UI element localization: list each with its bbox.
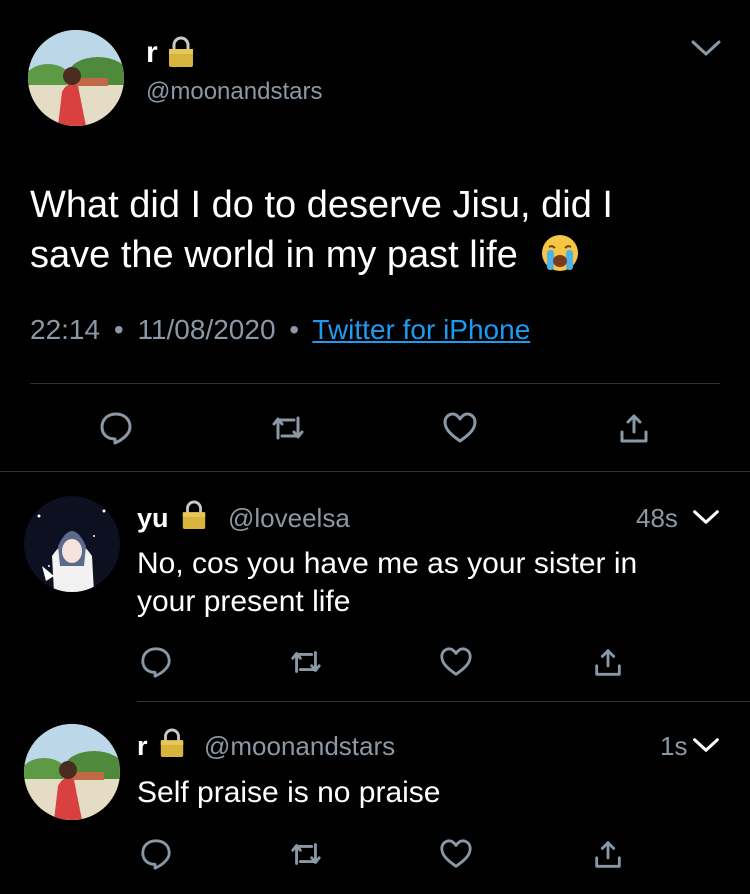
- reply-icon: [141, 647, 171, 678]
- share-button[interactable]: [614, 408, 654, 448]
- tweet-text-line: your present life: [137, 585, 351, 618]
- avatar[interactable]: [24, 496, 120, 592]
- display-name[interactable]: r: [146, 36, 158, 70]
- tweet-date: 11/08/2020: [137, 314, 276, 345]
- heart-icon: [440, 839, 472, 868]
- chevron-down-icon[interactable]: [690, 38, 722, 63]
- share-icon: [595, 841, 621, 868]
- heart-icon: [443, 412, 477, 443]
- share-button[interactable]: [588, 642, 628, 682]
- retweet-button[interactable]: [286, 642, 326, 682]
- crying-face-emoji: [540, 233, 580, 286]
- tweet-meta: 22:14 • 11/08/2020 • Twitter for iPhone: [30, 314, 530, 346]
- divider: [30, 383, 720, 384]
- share-icon: [620, 414, 648, 443]
- reply-button[interactable]: [136, 642, 176, 682]
- retweet-icon: [291, 843, 321, 865]
- like-button[interactable]: [436, 834, 476, 874]
- separator-dot: •: [113, 314, 124, 345]
- heart-icon: [440, 647, 472, 676]
- tweet-text-line: save the world in my past life: [30, 230, 730, 286]
- divider: [0, 471, 750, 472]
- like-button[interactable]: [436, 642, 476, 682]
- share-button[interactable]: [588, 834, 628, 874]
- lock-icon: [166, 36, 196, 73]
- reply-icon: [141, 839, 171, 870]
- chevron-down-icon[interactable]: [692, 508, 720, 531]
- avatar[interactable]: [28, 30, 124, 126]
- tweet-text: What did I do to deserve Jisu, did I sav…: [30, 180, 730, 286]
- lock-icon: [180, 500, 208, 535]
- separator-dot: •: [289, 314, 300, 345]
- display-name[interactable]: yu: [137, 503, 169, 534]
- handle[interactable]: @loveelsa: [228, 503, 350, 534]
- tweet-text: Self praise is no praise: [137, 776, 441, 809]
- timestamp: 1s: [660, 731, 688, 761]
- handle[interactable]: @moonandstars: [146, 78, 322, 106]
- retweet-button[interactable]: [268, 408, 308, 448]
- tweet-source-link[interactable]: Twitter for iPhone: [312, 314, 530, 345]
- tweet-text-part: save the world in my past life: [30, 234, 518, 276]
- chevron-down-icon[interactable]: [692, 736, 720, 759]
- display-name[interactable]: r: [137, 731, 148, 762]
- reply-icon: [100, 412, 132, 445]
- like-button[interactable]: [440, 408, 480, 448]
- retweet-button[interactable]: [286, 834, 326, 874]
- avatar[interactable]: [24, 724, 120, 820]
- reply-button[interactable]: [136, 834, 176, 874]
- tweet-time: 22:14: [30, 314, 101, 345]
- tweet-text-line: What did I do to deserve Jisu, did I: [30, 184, 613, 226]
- reply-button[interactable]: [96, 408, 136, 448]
- share-icon: [595, 649, 621, 676]
- retweet-icon: [272, 416, 304, 440]
- lock-icon: [158, 728, 186, 763]
- tweet-text-line: No, cos you have me as your sister in: [137, 547, 638, 580]
- tweet-text: No, cos you have me as your sister in yo…: [137, 545, 737, 621]
- retweet-icon: [291, 651, 321, 673]
- divider: [137, 701, 750, 702]
- handle[interactable]: @moonandstars: [204, 731, 395, 762]
- timestamp: 48s: [636, 503, 678, 533]
